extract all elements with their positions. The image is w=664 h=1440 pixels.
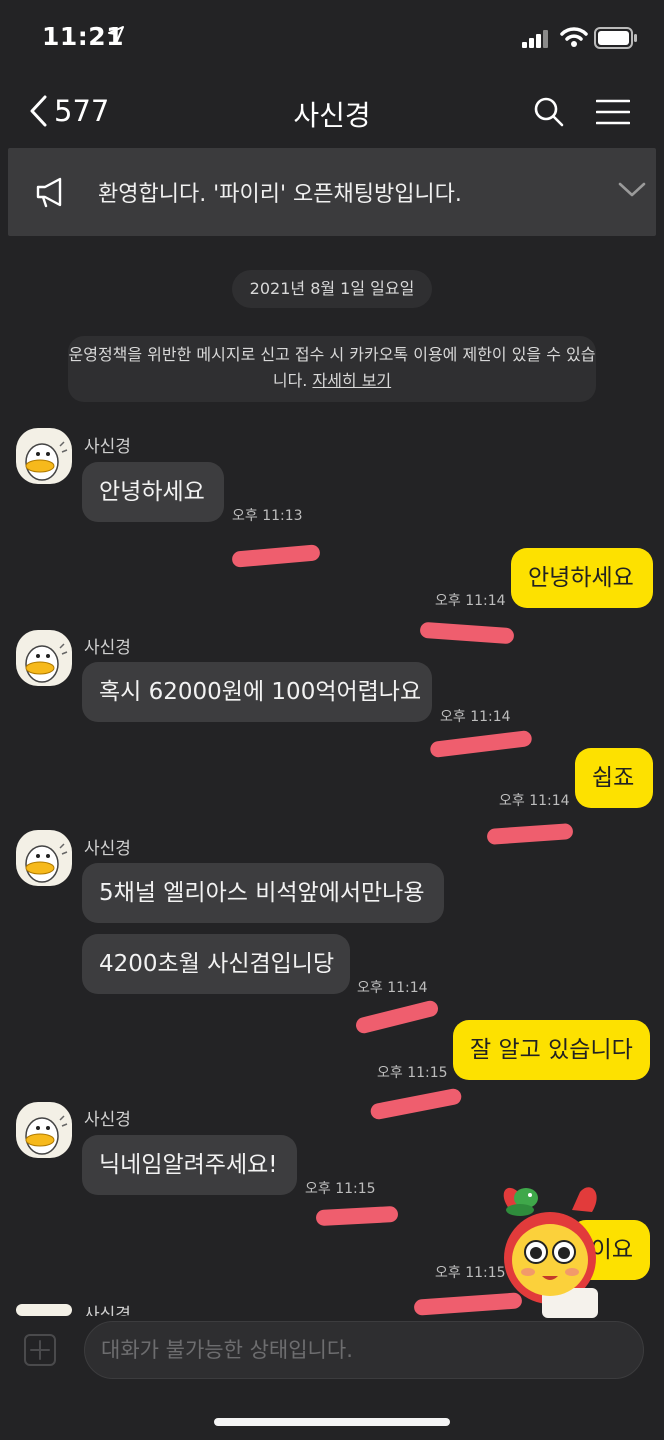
- wifi-icon: [560, 27, 588, 47]
- plus-icon: [30, 1340, 50, 1360]
- message-time: 오후 11:15: [377, 1065, 448, 1081]
- back-button[interactable]: 577: [28, 94, 109, 128]
- chevron-left-icon: [30, 95, 47, 127]
- message-input[interactable]: 대화가 불가능한 상태입니다.: [84, 1321, 644, 1379]
- message-bubble[interactable]: 쉽죠: [575, 748, 653, 808]
- redaction-mark: [429, 729, 533, 759]
- message-bubble[interactable]: 혹시 62000원에 100억어렵나요: [82, 662, 432, 722]
- duck-avatar-icon: [25, 1115, 68, 1155]
- redaction-mark: [315, 1205, 399, 1227]
- duck-avatar-icon: [25, 441, 68, 481]
- sender-name: 사신경: [84, 839, 131, 859]
- message-bubble[interactable]: 5채널 엘리아스 비석앞에서만나용: [82, 863, 444, 923]
- home-indicator[interactable]: [214, 1418, 450, 1426]
- message-bubble[interactable]: 잘 알고 있습니다: [453, 1020, 650, 1080]
- sender-name: 사신경: [84, 1110, 131, 1130]
- redaction-mark: [486, 823, 574, 845]
- message-time: 오후 11:14: [357, 980, 428, 996]
- message-bubble[interactable]: 4200초월 사신겸입니당: [82, 934, 350, 994]
- message-bubble[interactable]: 안녕하세요: [82, 462, 224, 522]
- message-time: 오후 11:13: [232, 508, 303, 524]
- avatar[interactable]: [16, 1102, 72, 1158]
- duck-avatar-icon: [25, 843, 68, 883]
- avatar[interactable]: [16, 428, 72, 484]
- unread-count: 577: [54, 94, 110, 128]
- menu-icon[interactable]: [596, 99, 630, 125]
- avatar[interactable]: [16, 630, 72, 686]
- avatar[interactable]: [16, 830, 72, 886]
- policy-notice: 운영정책을 위반한 메시지로 신고 접수 시 카카오톡 이용에 제한이 있을 수…: [68, 336, 596, 402]
- message-bubble[interactable]: 안녕하세요: [511, 548, 653, 608]
- search-icon[interactable]: [533, 96, 565, 128]
- megaphone-icon: [36, 177, 62, 208]
- message-time: 오후 11:14: [435, 593, 506, 609]
- message-time: 오후 11:15: [305, 1181, 376, 1197]
- avatar[interactable]: [16, 1304, 72, 1316]
- redaction-mark: [354, 999, 440, 1035]
- location-arrow-icon: [108, 26, 124, 42]
- status-bar: 11:21: [0, 0, 664, 80]
- redaction-mark: [419, 621, 515, 645]
- policy-details-link[interactable]: 자세히 보기: [312, 371, 391, 390]
- duck-avatar-icon: [25, 643, 68, 683]
- redaction-mark: [369, 1087, 463, 1121]
- sender-name: 사신경: [84, 1305, 131, 1316]
- redaction-mark: [231, 544, 321, 568]
- sender-name: 사신경: [84, 437, 131, 457]
- message-time: 오후 11:14: [499, 793, 570, 809]
- nav-bar: 577 사신경: [0, 80, 664, 144]
- date-divider: 2021년 8월 1일 일요일: [232, 270, 432, 308]
- sender-name: 사신경: [84, 638, 131, 658]
- battery-icon: [594, 27, 637, 49]
- notice-text: 환영합니다. '파이리' 오픈채팅방입니다.: [98, 182, 462, 207]
- sticker-character-icon: [503, 1187, 598, 1318]
- attach-button[interactable]: [24, 1334, 56, 1366]
- cellular-signal-icon: [522, 30, 548, 48]
- chevron-down-icon[interactable]: [618, 182, 646, 198]
- message-bubble[interactable]: 닉네임알려주세요!: [82, 1135, 297, 1195]
- message-time: 오후 11:14: [440, 709, 511, 725]
- notice-banner[interactable]: 환영합니다. '파이리' 오픈채팅방입니다.: [8, 148, 656, 236]
